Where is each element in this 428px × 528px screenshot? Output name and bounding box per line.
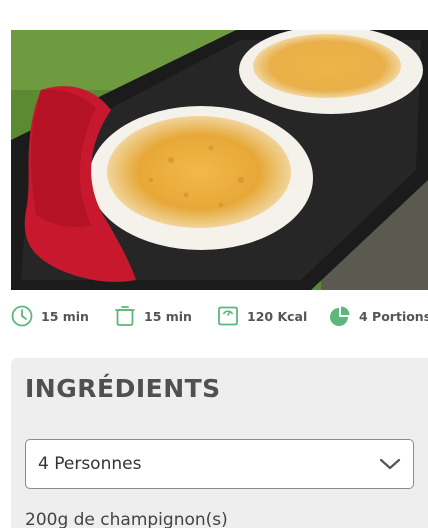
- prep-time-text: 15 min: [41, 308, 89, 324]
- recipe-photo: [11, 30, 428, 290]
- portions-text: 4 Portions: [359, 308, 428, 324]
- scale-icon: [218, 306, 238, 326]
- chevron-down-icon: [379, 458, 401, 470]
- ingredients-panel: INGRÉDIENTS 4 Personnes 200g de champign…: [11, 358, 428, 528]
- calories-text: 120 Kcal: [247, 308, 308, 324]
- pie-chart-icon: [330, 306, 350, 326]
- servings-select-value: 4 Personnes: [38, 454, 142, 474]
- servings-select[interactable]: 4 Personnes: [25, 439, 414, 489]
- pot-icon: [115, 306, 135, 326]
- calories-stat: 120 Kcal: [217, 302, 307, 330]
- prep-time-stat: 15 min: [11, 302, 89, 330]
- portions-stat: 4 Portions: [329, 302, 428, 330]
- ingredient-item: 200g de champignon(s): [25, 510, 228, 528]
- recipe-page: 15 min 15 min 120 Kcal 4 Portions INGRÉD…: [0, 0, 428, 528]
- cook-time-stat: 15 min: [114, 302, 192, 330]
- cook-time-text: 15 min: [144, 308, 192, 324]
- clock-icon: [11, 305, 33, 327]
- ingredients-title: INGRÉDIENTS: [25, 374, 221, 403]
- recipe-stats: 15 min 15 min 120 Kcal 4 Portions: [0, 296, 428, 336]
